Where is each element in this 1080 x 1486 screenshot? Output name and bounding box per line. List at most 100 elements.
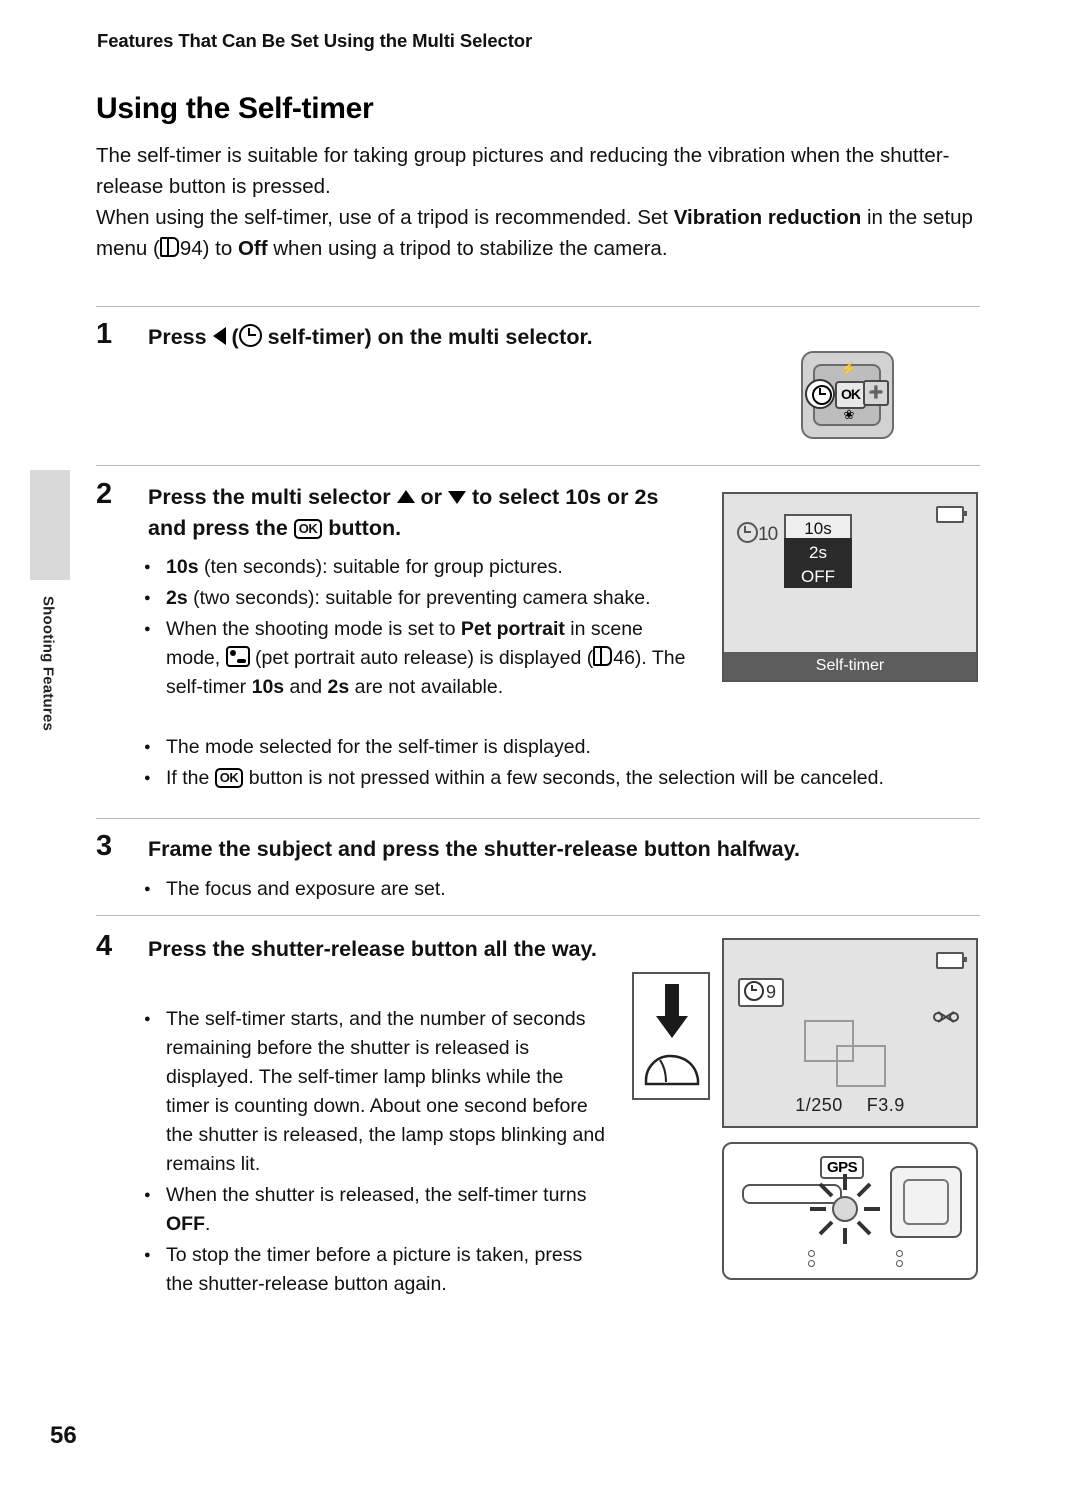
step-1-text-a: Press [148,325,213,349]
step-1-text-c: self-timer) on the multi selector. [261,325,593,349]
intro-p2-bold2: Off [237,237,268,260]
self-timer-glyph-icon [812,385,832,405]
list-item: The self-timer starts, and the number of… [140,1005,610,1179]
intro-paragraph-1: The self-timer is suitable for taking gr… [96,144,950,198]
monitor-countdown: 9 1/250 F3.9 [722,938,978,1128]
arrow-stem [665,984,679,1018]
pet-portrait-icon [225,646,250,667]
divider-1 [96,306,980,307]
step-3-heading: Frame the subject and press the shutter-… [148,837,800,861]
list-item: The focus and exposure are set. [140,875,840,904]
list-item: The mode selected for the self-timer is … [140,733,980,762]
bullet-pet-bold2: 10s [251,676,285,698]
monitor-self-timer-menu: 10 10s 2s OFF Self-timer [722,492,978,682]
ok-button-icon: OK [214,768,244,788]
press-down-arrow-icon [656,984,688,1040]
bullet-mode-displayed: The mode selected for the self-timer is … [166,736,591,758]
monitor-caption: Self-timer [724,652,976,680]
focus-area-box-2 [836,1045,886,1087]
step-2-heading: Press the multi selector or to select 10… [148,482,698,544]
lens-icon [890,1166,962,1238]
countdown-indicator: 9 [738,978,785,1007]
step-4-number: 4 [96,930,113,962]
lamp-rays-icon [810,1174,880,1244]
intro-p2-bold1: Vibration reduction [673,206,862,229]
bullet-timer-start: The self-timer starts, and the number of… [166,1008,606,1175]
flash-button-icon: ⚡ [840,361,858,376]
bullet-turns-off-bold: OFF [166,1213,205,1235]
bullet-pet-bold3: 2s [327,676,350,698]
vibration-reduction-icon [933,1011,959,1023]
finger-icon [644,1054,700,1086]
document-page: Features That Can Be Set Using the Multi… [0,0,1080,1486]
page-number: 56 [50,1422,77,1449]
arrow-head [656,1016,688,1038]
step-2-text-f: button. [322,516,402,540]
step-2-bold-2s: 2s [634,485,659,509]
ok-button-icon: OK [293,519,323,539]
self-timer-button-highlight [805,379,835,409]
step-4-heading: Press the shutter-release button all the… [148,937,597,961]
step-2-bold-10s: 10s [565,485,602,509]
bullet-10s-label: 10s [166,556,199,578]
bullet-turns-off-a: When the shutter is released, the self-t… [166,1184,587,1206]
self-timer-glyph-icon [737,522,758,543]
bullet-stop-timer: To stop the timer before a picture is ta… [166,1244,583,1295]
bullet-2s-text: (two seconds): suitable for preventing c… [187,587,651,609]
step-2-text-c: to select [466,485,566,509]
reference-book-icon [593,646,613,666]
menu-item-2s[interactable]: 2s [784,538,852,564]
intro-p2-c: when using a tripod to stabilize the cam… [267,237,668,260]
list-item: When the shutter is released, the self-t… [140,1181,610,1239]
divider-2 [96,465,980,466]
step-2-text-b: or [414,485,448,509]
bullet-pet-a: When the shooting mode is set to [166,618,461,640]
countdown-value: 9 [766,982,777,1002]
arrow-up-icon [396,490,415,503]
step-1-heading: Press ( self-timer) on the multi selecto… [148,322,708,353]
step-2-bullets: 10s (ten seconds): suitable for group pi… [140,553,700,704]
bullet-2s-label: 2s [166,587,188,609]
macro-button-icon: ❀ [843,407,855,422]
bullet-pet-d: and [284,676,328,698]
aperture-value: F3.9 [866,1095,905,1115]
intro-p2-ref: 94) to [179,237,238,260]
list-item: When the shooting mode is set to Pet por… [140,615,700,702]
page-title: Using the Self-timer [96,92,374,125]
self-timer-indicator: 10 [737,522,778,546]
step-3-bullets: The focus and exposure are set. [140,875,840,906]
step-2-text-e: and press the [148,516,294,540]
side-tab-label: Shooting Features [39,595,57,732]
bullet-cancel-a: If the [166,767,215,789]
step-2-text-a: Press the multi selector [148,485,397,509]
intro-p2-a: When using the self-timer, use of a trip… [96,206,674,229]
list-item: 2s (two seconds): suitable for preventin… [140,584,700,613]
battery-icon [936,952,967,969]
menu-item-off[interactable]: OFF [784,562,852,588]
menu-item-10s[interactable]: 10s [784,514,852,540]
screw-dot-3 [896,1250,903,1257]
shutter-press-illustration [632,972,710,1100]
camera-front-illustration: GPS [722,1142,978,1280]
multi-selector-illustration: ⚡ ❀ OK ➕ [793,343,898,443]
step-2-text-d: or [601,485,635,509]
reference-book-icon [159,237,179,257]
running-head: Features That Can Be Set Using the Multi… [97,30,533,51]
list-item: 10s (ten seconds): suitable for group pi… [140,553,700,582]
step-2-number: 2 [96,478,113,510]
intro-text: The self-timer is suitable for taking gr… [96,140,986,264]
step-4-bullets: The self-timer starts, and the number of… [140,1005,610,1301]
arrow-down-icon [448,491,466,504]
exposure-comp-button-icon: ➕ [863,380,889,406]
list-item: If the OK button is not pressed within a… [140,764,980,793]
step-1-number: 1 [96,318,113,350]
bullet-pet-e: are not available. [349,676,504,698]
shutter-speed-value: 1/250 [795,1095,843,1115]
bullet-cancel-b: button is not pressed within a few secon… [243,767,884,789]
bullet-pet-bold: Pet portrait [460,618,565,640]
screw-dot-4 [896,1260,903,1267]
self-timer-glyph-icon [744,981,764,1001]
bullet-turns-off-b: . [205,1213,211,1235]
screw-dot-2 [808,1260,815,1267]
bullet-focus-exposure: The focus and exposure are set. [166,878,446,900]
